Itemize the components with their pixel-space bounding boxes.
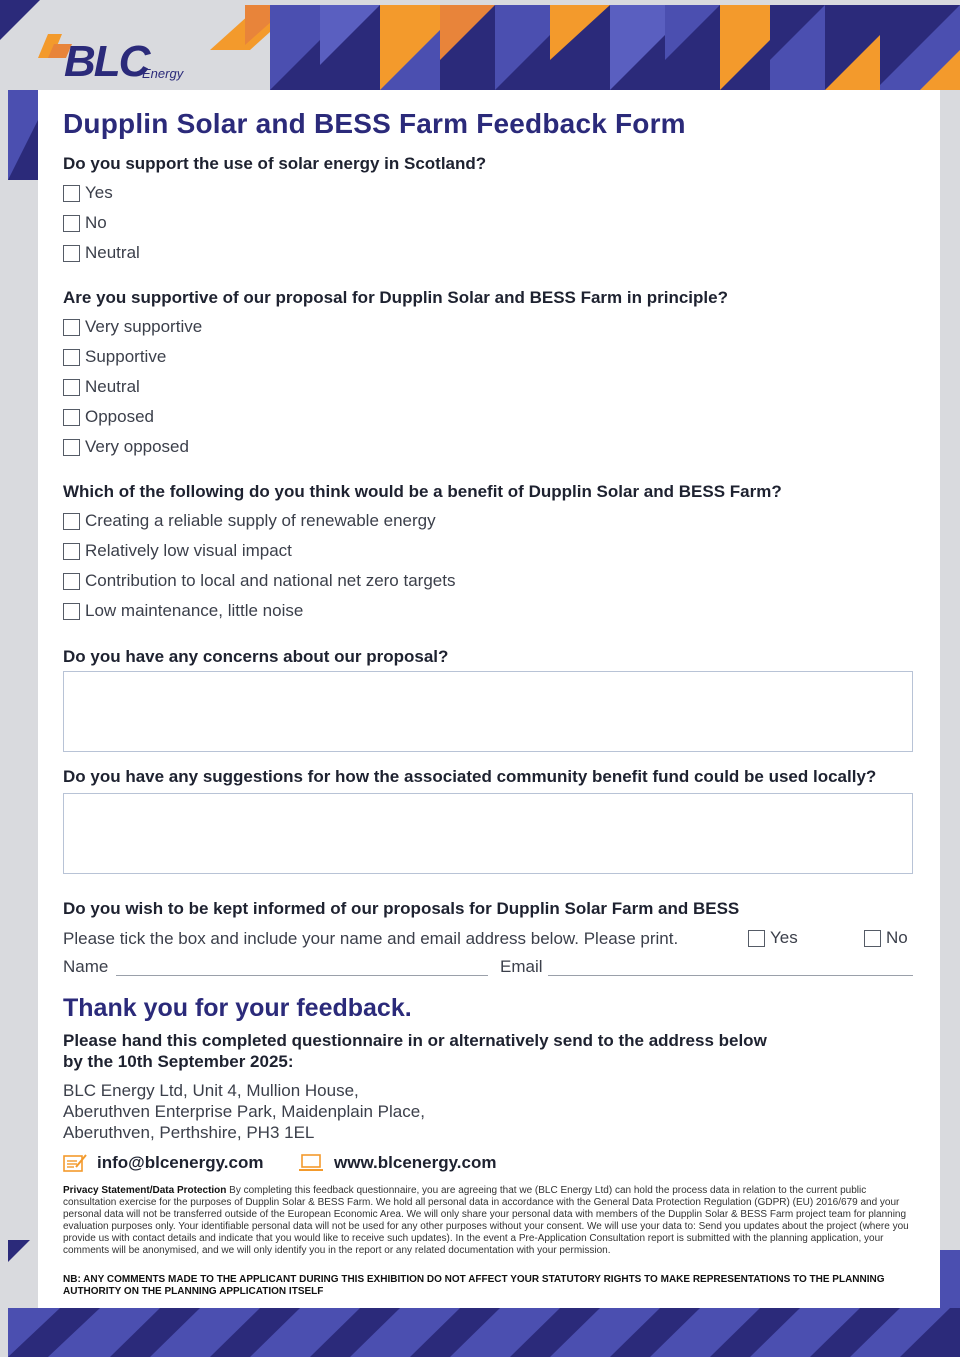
option-label: Low maintenance, little noise [85,601,304,620]
option-reliable-supply[interactable]: Creating a reliable supply of renewable … [63,511,436,531]
question-proposal-support: Are you supportive of our proposal for D… [63,288,728,307]
option-label: Contribution to local and national net z… [85,571,456,590]
option-label: No [85,213,107,232]
feedback-form-card: Dupplin Solar and BESS Farm Feedback For… [38,90,940,1308]
option-label: Neutral [85,243,140,262]
concerns-textarea[interactable] [63,671,913,752]
name-label: Name [63,957,109,976]
option-label: Neutral [85,377,140,396]
email-label: Email [500,957,543,976]
checkbox[interactable] [748,929,765,947]
option-label: Yes [85,183,113,202]
option-informed-no[interactable]: No [864,928,908,948]
hand-in-instructions: Please hand this completed questionnaire… [63,1031,767,1071]
address-line: BLC Energy Ltd, Unit 4, Mullion House, [63,1081,359,1100]
option-label: Yes [770,928,798,947]
checkbox[interactable] [63,348,80,366]
checkbox[interactable] [864,929,881,947]
option-opposed[interactable]: Opposed [63,407,154,427]
logo-text: BLC [64,37,150,86]
postal-address: BLC Energy Ltd, Unit 4, Mullion House, A… [63,1080,425,1143]
option-label: Very supportive [85,317,203,336]
checkbox[interactable] [63,602,80,620]
email-field[interactable] [548,975,913,976]
checkbox[interactable] [63,214,80,232]
email-address[interactable]: info@blcenergy.com [97,1153,263,1173]
option-solar-neutral[interactable]: Neutral [63,243,140,263]
email-icon [63,1154,87,1172]
website-url[interactable]: www.blcenergy.com [334,1153,497,1173]
option-solar-yes[interactable]: Yes [63,183,113,203]
email-contact: info@blcenergy.com [63,1153,263,1173]
privacy-statement: Privacy Statement/Data Protection By com… [63,1185,915,1257]
checkbox[interactable] [63,184,80,202]
option-label: Creating a reliable supply of renewable … [85,511,436,530]
option-solar-no[interactable]: No [63,213,107,233]
option-label: Supportive [85,347,167,366]
checkbox[interactable] [63,244,80,262]
keep-informed-instruction: Please tick the box and include your nam… [63,929,679,948]
checkbox[interactable] [63,318,80,336]
laptop-icon [299,1154,323,1171]
suggestions-textarea[interactable] [63,793,913,874]
privacy-heading: Privacy Statement/Data Protection [63,1185,227,1196]
option-neutral[interactable]: Neutral [63,377,140,397]
option-very-opposed[interactable]: Very opposed [63,437,189,457]
checkbox[interactable] [63,438,80,456]
question-benefits: Which of the following do you think woul… [63,482,782,501]
option-label: Very opposed [85,437,189,456]
form-title: Dupplin Solar and BESS Farm Feedback For… [63,108,686,139]
checkbox[interactable] [63,408,80,426]
checkbox[interactable] [63,572,80,590]
logo-subtext: Energy [142,66,184,81]
option-net-zero[interactable]: Contribution to local and national net z… [63,571,455,591]
option-low-maintenance[interactable]: Low maintenance, little noise [63,601,303,621]
option-label: Opposed [85,407,154,426]
question-concerns: Do you have any concerns about our propo… [63,647,449,666]
question-solar-support: Do you support the use of solar energy i… [63,154,487,173]
question-keep-informed: Do you wish to be kept informed of our p… [63,899,740,918]
option-low-visual-impact[interactable]: Relatively low visual impact [63,541,292,561]
option-informed-yes[interactable]: Yes [748,928,798,948]
checkbox[interactable] [63,378,80,396]
address-line: Aberuthven, Perthshire, PH3 1EL [63,1123,315,1142]
name-field[interactable] [116,975,488,976]
question-community-fund: Do you have any suggestions for how the … [63,767,877,786]
checkbox[interactable] [63,512,80,530]
website-contact: www.blcenergy.com [298,1153,497,1173]
option-label: Relatively low visual impact [85,541,292,560]
option-very-supportive[interactable]: Very supportive [63,317,202,337]
thank-you-heading: Thank you for your feedback. [63,994,412,1022]
address-line: Aberuthven Enterprise Park, Maidenplain … [63,1102,425,1121]
option-supportive[interactable]: Supportive [63,347,166,367]
checkbox[interactable] [63,542,80,560]
statutory-rights-notice: NB: ANY COMMENTS MADE TO THE APPLICANT D… [63,1274,885,1297]
option-label: No [886,928,908,947]
blc-energy-logo: BLC Energy [38,30,198,86]
